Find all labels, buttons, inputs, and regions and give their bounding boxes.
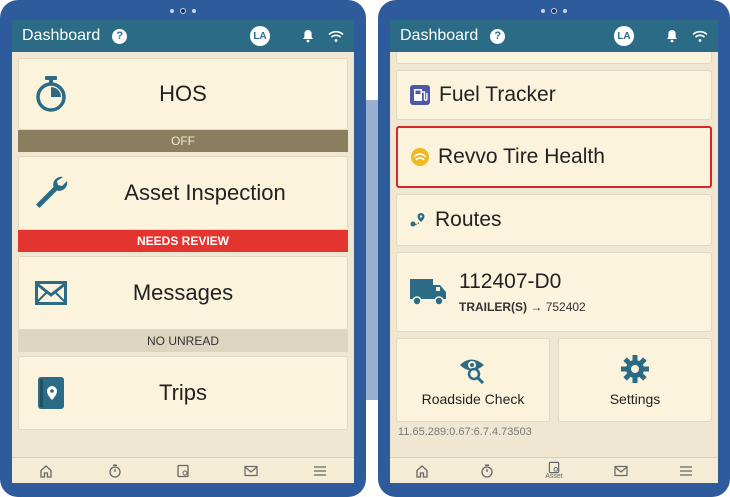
wifi-icon bbox=[692, 30, 708, 43]
nav-hos[interactable] bbox=[108, 464, 122, 478]
trailer-value: 752402 bbox=[545, 300, 586, 314]
menu-icon bbox=[313, 465, 326, 476]
screen-right: Dashboard ? LA Fuel Tracker Revvo Tire H… bbox=[390, 20, 718, 483]
nav-asset[interactable]: Asset bbox=[545, 461, 563, 480]
trips-label: Trips bbox=[158, 380, 208, 405]
nav-menu[interactable] bbox=[679, 465, 693, 477]
home-icon bbox=[416, 464, 429, 478]
hos-tile[interactable]: HOS bbox=[18, 58, 348, 130]
trailer-line: TRAILER(S) → 752402 bbox=[459, 300, 586, 314]
app-title: Dashboard bbox=[22, 27, 101, 44]
asset-inspection-status-banner: NEEDS REVIEW bbox=[18, 230, 348, 252]
envelope-icon bbox=[19, 281, 83, 305]
vehicle-tile[interactable]: 112407-D0 TRAILER(S) → 752402 bbox=[396, 252, 712, 332]
help-icon[interactable]: ? bbox=[112, 28, 128, 44]
dashboard-list: HOS OFF Asset Inspection NEEDS REVIEW Me… bbox=[12, 52, 354, 457]
eye-search-icon bbox=[458, 354, 488, 387]
settings-label: Settings bbox=[609, 390, 661, 407]
routes-tile[interactable]: Routes bbox=[396, 194, 712, 246]
nav-asset-label: Asset bbox=[545, 473, 563, 480]
screen-left: Dashboard ? LA HOS OFF Asset Inspection … bbox=[12, 20, 354, 483]
status-bar: Dashboard ? LA bbox=[12, 20, 354, 52]
wrench-icon bbox=[19, 175, 83, 211]
messages-status-banner: NO UNREAD bbox=[18, 330, 348, 352]
home-icon bbox=[40, 464, 52, 478]
nav-messages[interactable] bbox=[244, 465, 258, 477]
nav-home[interactable] bbox=[39, 464, 53, 478]
nav-messages[interactable] bbox=[614, 465, 628, 477]
fuel-tracker-label: Fuel Tracker bbox=[439, 83, 556, 106]
wifi-icon bbox=[328, 30, 344, 43]
trailer-arrow: → bbox=[530, 300, 543, 314]
nav-home[interactable] bbox=[415, 464, 429, 478]
coordinates-readout: 11.65.289:0.67:6.7.4.73503 bbox=[398, 426, 532, 438]
routes-label: Routes bbox=[435, 208, 502, 231]
trip-book-icon bbox=[19, 375, 83, 411]
dashboard-list: Fuel Tracker Revvo Tire Health Routes 11… bbox=[390, 52, 718, 457]
nav-hos[interactable] bbox=[480, 464, 494, 478]
tire-icon bbox=[410, 147, 430, 167]
avatar[interactable]: LA bbox=[614, 26, 634, 46]
asset-icon bbox=[177, 464, 189, 477]
fuel-tracker-tile[interactable]: Fuel Tracker bbox=[396, 70, 712, 120]
asset-inspection-label: Asset Inspection bbox=[124, 180, 286, 205]
tablet-right: Dashboard ? LA Fuel Tracker Revvo Tire H… bbox=[378, 0, 730, 497]
gear-icon bbox=[620, 354, 650, 387]
messages-tile[interactable]: Messages bbox=[18, 256, 348, 330]
vehicle-info: 112407-D0 TRAILER(S) → 752402 bbox=[459, 270, 586, 314]
bottom-nav: Asset bbox=[390, 457, 718, 483]
roadside-check-label: Roadside Check bbox=[421, 390, 525, 407]
trips-tile[interactable]: Trips bbox=[18, 356, 348, 430]
hos-status-banner: OFF bbox=[18, 130, 348, 152]
mail-icon bbox=[244, 465, 258, 476]
menu-icon bbox=[679, 465, 692, 476]
previous-tile-partial[interactable] bbox=[396, 52, 712, 64]
stopwatch-icon bbox=[108, 464, 121, 478]
action-row: Roadside Check Settings bbox=[396, 338, 712, 422]
bottom-nav bbox=[12, 457, 354, 483]
vehicle-number: 112407-D0 bbox=[459, 270, 562, 293]
bell-icon[interactable] bbox=[666, 29, 678, 43]
status-bar: Dashboard ? LA bbox=[390, 20, 718, 52]
avatar[interactable]: LA bbox=[250, 26, 270, 46]
nav-asset[interactable] bbox=[176, 464, 190, 478]
nav-menu[interactable] bbox=[313, 465, 327, 477]
revvo-tire-health-label: Revvo Tire Health bbox=[438, 145, 605, 168]
app-title: Dashboard bbox=[400, 27, 479, 44]
asset-inspection-tile[interactable]: Asset Inspection bbox=[18, 156, 348, 230]
camera-dots bbox=[170, 8, 196, 14]
roadside-check-tile[interactable]: Roadside Check bbox=[396, 338, 550, 422]
stopwatch-icon bbox=[19, 75, 83, 113]
route-icon bbox=[409, 212, 427, 228]
camera-dots bbox=[541, 8, 567, 14]
help-icon[interactable]: ? bbox=[490, 28, 506, 44]
trailer-label: TRAILER(S) bbox=[459, 300, 527, 314]
stopwatch-icon bbox=[481, 464, 493, 478]
fuel-icon bbox=[409, 84, 431, 106]
truck-icon bbox=[409, 277, 447, 307]
bell-icon[interactable] bbox=[302, 29, 314, 43]
mail-icon bbox=[614, 465, 628, 476]
tablet-left: Dashboard ? LA HOS OFF Asset Inspection … bbox=[0, 0, 366, 497]
settings-tile[interactable]: Settings bbox=[558, 338, 712, 422]
revvo-tire-health-tile[interactable]: Revvo Tire Health bbox=[396, 126, 712, 188]
messages-label: Messages bbox=[132, 280, 234, 305]
hos-label: HOS bbox=[159, 81, 207, 106]
